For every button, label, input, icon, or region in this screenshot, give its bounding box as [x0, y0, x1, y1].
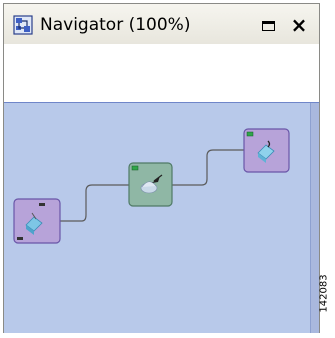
workflow-node[interactable]: [243, 128, 290, 173]
connector-line: [172, 149, 244, 186]
workflow-node[interactable]: [128, 162, 173, 207]
close-icon: ×: [290, 13, 308, 37]
empty-overview-area: [4, 44, 319, 102]
panel-titlebar: Navigator (100%) ×: [4, 4, 319, 45]
maximize-icon: [262, 21, 275, 31]
navigator-icon: [13, 15, 33, 35]
close-button[interactable]: ×: [289, 14, 309, 36]
navigator-canvas[interactable]: [4, 102, 319, 333]
maximize-button[interactable]: [260, 20, 278, 34]
figure-id: 142083: [318, 274, 330, 313]
connector-line: [60, 184, 129, 222]
panel-title: Navigator (100%): [40, 15, 191, 35]
navigator-panel: Navigator (100%) ×: [3, 3, 320, 333]
workflow-diagram: [13, 128, 290, 244]
workflow-node[interactable]: [13, 198, 61, 244]
